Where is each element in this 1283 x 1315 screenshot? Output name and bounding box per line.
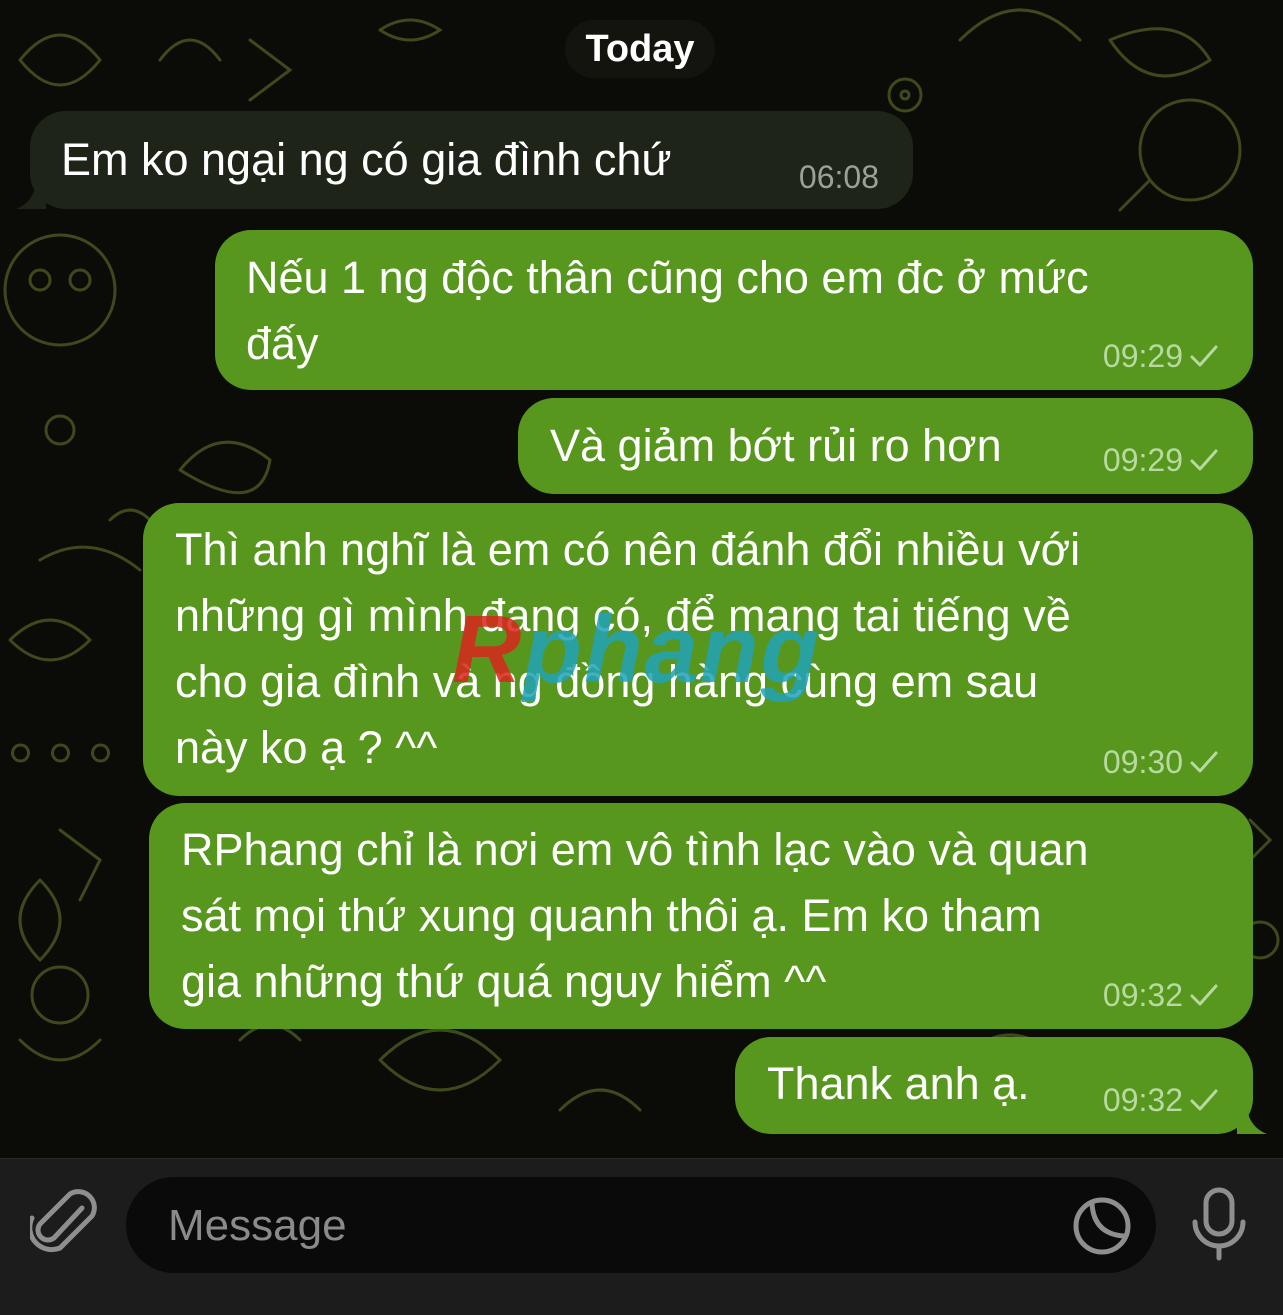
message-bubble-outgoing[interactable]: Nếu 1 ng độc thân cũng cho em đc ở mức đ… (215, 230, 1253, 390)
message-meta: 06:08 (799, 159, 879, 195)
message-bubble-outgoing[interactable]: RPhang chỉ là nơi em vô tình lạc vào và … (149, 803, 1253, 1029)
message-meta: 09:29 (1103, 338, 1219, 374)
message-meta: 09:32 (1103, 977, 1219, 1013)
message-time: 09:30 (1102, 744, 1183, 780)
sent-check-icon (1190, 751, 1218, 773)
paperclip-icon[interactable] (30, 1186, 100, 1262)
message-text: Em ko ngại ng có gia đình chứ (61, 134, 672, 185)
message-text-line: này ko ạ ? ^^ (175, 722, 438, 773)
message-meta: 09:29 (1103, 442, 1219, 478)
bubble-tail-incoming (16, 185, 46, 209)
message-meta: 09:32 (1103, 1082, 1219, 1118)
message-text-line: RPhang chỉ là nơi em vô tình lạc vào và … (181, 824, 1089, 875)
sent-check-icon (1190, 345, 1218, 367)
message-time: 09:29 (1102, 338, 1183, 374)
date-separator: Today (565, 20, 715, 78)
message-meta: 09:30 (1103, 744, 1219, 780)
sent-check-icon (1190, 449, 1218, 471)
sticker-icon[interactable] (1072, 1196, 1132, 1256)
message-input-container[interactable] (126, 1177, 1156, 1275)
watermark-logo: Rphang (452, 596, 822, 703)
message-time: 09:29 (1102, 442, 1183, 478)
microphone-icon[interactable] (1190, 1186, 1248, 1262)
message-time: 09:32 (1102, 977, 1183, 1013)
message-time: 09:32 (1102, 1082, 1183, 1118)
bubble-tail-outgoing (1237, 1110, 1267, 1134)
sent-check-icon (1190, 1089, 1218, 1111)
message-text-line: đấy (246, 318, 319, 369)
message-text-line: sát mọi thứ xung quanh thôi ạ. Em ko tha… (181, 890, 1042, 941)
message-text: Thank anh ạ. (767, 1058, 1030, 1109)
message-time: 06:08 (798, 159, 879, 195)
message-bubble-outgoing[interactable]: Thank anh ạ. 09:32 (735, 1037, 1253, 1134)
sent-check-icon (1190, 984, 1218, 1006)
message-bubble-incoming[interactable]: Em ko ngại ng có gia đình chứ 06:08 (30, 111, 913, 209)
message-text-line: gia những thứ quá nguy hiểm ^^ (181, 956, 827, 1007)
message-bubble-outgoing[interactable]: Và giảm bớt rủi ro hơn 09:29 (518, 398, 1253, 494)
message-text-line: Nếu 1 ng độc thân cũng cho em đc ở mức (246, 252, 1089, 303)
message-input[interactable] (166, 1177, 1050, 1275)
message-text-line: Thì anh nghĩ là em có nên đánh đổi nhiều… (175, 524, 1081, 575)
message-text: Và giảm bớt rủi ro hơn (550, 420, 1002, 471)
